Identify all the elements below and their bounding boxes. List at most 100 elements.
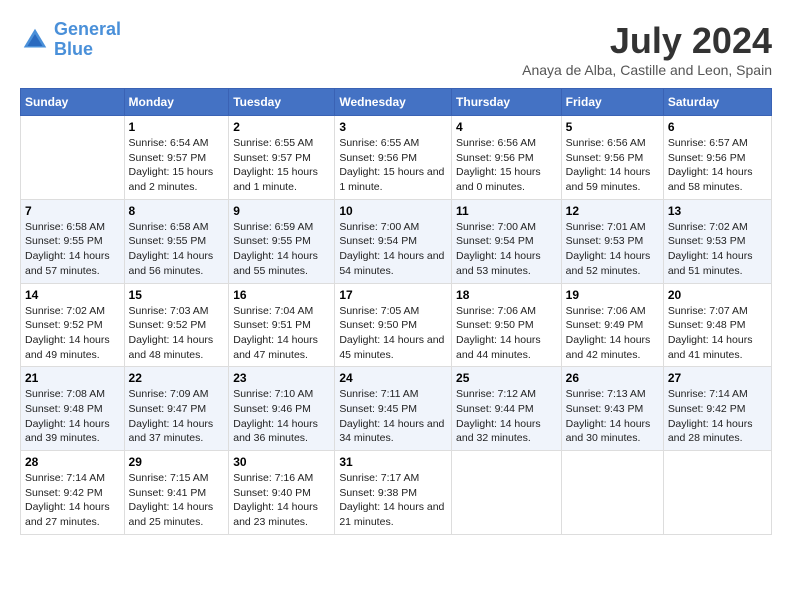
daylight-text: Daylight: 15 hours and 0 minutes.: [456, 165, 557, 194]
sunset-text: Sunset: 9:41 PM: [129, 486, 225, 501]
daylight-text: Daylight: 14 hours and 39 minutes.: [25, 417, 120, 446]
sunrise-text: Sunrise: 7:08 AM: [25, 387, 120, 402]
sunrise-text: Sunrise: 7:00 AM: [456, 220, 557, 235]
weekday-header: Sunday: [21, 89, 125, 116]
sunset-text: Sunset: 9:53 PM: [566, 234, 659, 249]
calendar-cell: 13Sunrise: 7:02 AMSunset: 9:53 PMDayligh…: [663, 199, 771, 283]
day-info: Sunrise: 7:08 AMSunset: 9:48 PMDaylight:…: [25, 387, 120, 446]
sunrise-text: Sunrise: 6:55 AM: [233, 136, 330, 151]
day-info: Sunrise: 6:54 AMSunset: 9:57 PMDaylight:…: [129, 136, 225, 195]
daylight-text: Daylight: 14 hours and 41 minutes.: [668, 333, 767, 362]
sunrise-text: Sunrise: 6:55 AM: [339, 136, 447, 151]
day-info: Sunrise: 7:06 AMSunset: 9:49 PMDaylight:…: [566, 304, 659, 363]
calendar-cell: [561, 451, 663, 535]
sunrise-text: Sunrise: 7:10 AM: [233, 387, 330, 402]
day-info: Sunrise: 6:59 AMSunset: 9:55 PMDaylight:…: [233, 220, 330, 279]
daylight-text: Daylight: 14 hours and 28 minutes.: [668, 417, 767, 446]
weekday-header: Monday: [124, 89, 229, 116]
day-number: 5: [566, 120, 659, 134]
calendar-cell: 19Sunrise: 7:06 AMSunset: 9:49 PMDayligh…: [561, 283, 663, 367]
day-info: Sunrise: 7:00 AMSunset: 9:54 PMDaylight:…: [456, 220, 557, 279]
daylight-text: Daylight: 14 hours and 57 minutes.: [25, 249, 120, 278]
day-number: 4: [456, 120, 557, 134]
day-number: 30: [233, 455, 330, 469]
sunset-text: Sunset: 9:42 PM: [668, 402, 767, 417]
calendar-cell: 5Sunrise: 6:56 AMSunset: 9:56 PMDaylight…: [561, 116, 663, 200]
calendar-cell: 21Sunrise: 7:08 AMSunset: 9:48 PMDayligh…: [21, 367, 125, 451]
day-number: 25: [456, 371, 557, 385]
calendar-cell: 15 Sunrise: 7:03 AMSunset: 9:52 PMDayligh…: [124, 283, 229, 367]
sunrise-text: Sunrise: 7:02 AM: [668, 220, 767, 235]
day-info: Sunrise: 6:56 AMSunset: 9:56 PMDaylight:…: [456, 136, 557, 195]
daylight-text: Daylight: 14 hours and 48 minutes.: [129, 333, 225, 362]
daylight-text: Daylight: 14 hours and 52 minutes.: [566, 249, 659, 278]
sunrise-text: Sunrise: 7:00 AM: [339, 220, 447, 235]
sunset-text: Sunset: 9:57 PM: [233, 151, 330, 166]
sunrise-text: Sunrise: 7:16 AM: [233, 471, 330, 486]
day-number: 26: [566, 371, 659, 385]
daylight-text: Daylight: 14 hours and 55 minutes.: [233, 249, 330, 278]
calendar-cell: 20 Sunrise: 7:07 AMSunset: 9:48 PMDayligh…: [663, 283, 771, 367]
sunset-text: Sunset: 9:52 PM: [25, 318, 120, 333]
day-number: 2: [233, 120, 330, 134]
calendar-cell: 11 Sunrise: 7:00 AMSunset: 9:54 PMDayligh…: [452, 199, 562, 283]
daylight-text: Daylight: 14 hours and 58 minutes.: [668, 165, 767, 194]
day-number: 11: [456, 204, 557, 218]
day-number: 12: [566, 204, 659, 218]
sunset-text: Sunset: 9:51 PM: [233, 318, 330, 333]
day-number: 6: [668, 120, 767, 134]
sunrise-text: Sunrise: 7:05 AM: [339, 304, 447, 319]
sunset-text: Sunset: 9:56 PM: [566, 151, 659, 166]
page-header: General Blue July 2024 Anaya de Alba, Ca…: [20, 20, 772, 78]
daylight-text: Daylight: 14 hours and 27 minutes.: [25, 500, 120, 529]
calendar-cell: 27Sunrise: 7:14 AMSunset: 9:42 PMDayligh…: [663, 367, 771, 451]
sunset-text: Sunset: 9:50 PM: [339, 318, 447, 333]
day-number: 15: [129, 288, 225, 302]
calendar-cell: 6Sunrise: 6:57 AMSunset: 9:56 PMDaylight…: [663, 116, 771, 200]
daylight-text: Daylight: 14 hours and 51 minutes.: [668, 249, 767, 278]
day-info: Sunrise: 7:02 AMSunset: 9:52 PMDaylight:…: [25, 304, 120, 363]
sunset-text: Sunset: 9:56 PM: [339, 151, 447, 166]
sunset-text: Sunset: 9:48 PM: [25, 402, 120, 417]
weekday-header: Thursday: [452, 89, 562, 116]
sunset-text: Sunset: 9:54 PM: [456, 234, 557, 249]
calendar-cell: 4 Sunrise: 6:56 AMSunset: 9:56 PMDaylight…: [452, 116, 562, 200]
calendar-cell: [663, 451, 771, 535]
weekday-header: Wednesday: [335, 89, 452, 116]
day-info: Sunrise: 7:02 AMSunset: 9:53 PMDaylight:…: [668, 220, 767, 279]
day-number: 20: [668, 288, 767, 302]
sunrise-text: Sunrise: 6:58 AM: [25, 220, 120, 235]
day-info: Sunrise: 7:12 AMSunset: 9:44 PMDaylight:…: [456, 387, 557, 446]
sunset-text: Sunset: 9:56 PM: [668, 151, 767, 166]
sunset-text: Sunset: 9:50 PM: [456, 318, 557, 333]
day-info: Sunrise: 7:03 AMSunset: 9:52 PMDaylight:…: [129, 304, 225, 363]
sunrise-text: Sunrise: 7:01 AM: [566, 220, 659, 235]
calendar-cell: [452, 451, 562, 535]
calendar-cell: [21, 116, 125, 200]
calendar-cell: 18Sunrise: 7:06 AMSunset: 9:50 PMDayligh…: [452, 283, 562, 367]
sunset-text: Sunset: 9:46 PM: [233, 402, 330, 417]
sunset-text: Sunset: 9:38 PM: [339, 486, 447, 501]
day-number: 27: [668, 371, 767, 385]
calendar-week-row: 28Sunrise: 7:14 AMSunset: 9:42 PMDayligh…: [21, 451, 772, 535]
calendar-cell: 1Sunrise: 6:54 AMSunset: 9:57 PMDaylight…: [124, 116, 229, 200]
day-info: Sunrise: 7:10 AMSunset: 9:46 PMDaylight:…: [233, 387, 330, 446]
daylight-text: Daylight: 14 hours and 53 minutes.: [456, 249, 557, 278]
calendar-cell: 16Sunrise: 7:04 AMSunset: 9:51 PMDayligh…: [229, 283, 335, 367]
day-number: 14: [25, 288, 120, 302]
calendar-cell: 8Sunrise: 6:58 AMSunset: 9:55 PMDaylight…: [124, 199, 229, 283]
daylight-text: Daylight: 14 hours and 34 minutes.: [339, 417, 447, 446]
day-info: Sunrise: 7:07 AMSunset: 9:48 PMDaylight:…: [668, 304, 767, 363]
sunrise-text: Sunrise: 7:12 AM: [456, 387, 557, 402]
weekday-header: Tuesday: [229, 89, 335, 116]
day-number: 7: [25, 204, 120, 218]
day-info: Sunrise: 7:06 AMSunset: 9:50 PMDaylight:…: [456, 304, 557, 363]
sunrise-text: Sunrise: 7:11 AM: [339, 387, 447, 402]
calendar-cell: 25 Sunrise: 7:12 AMSunset: 9:44 PMDayligh…: [452, 367, 562, 451]
sunrise-text: Sunrise: 7:15 AM: [129, 471, 225, 486]
sunrise-text: Sunrise: 7:03 AM: [129, 304, 225, 319]
day-number: 3: [339, 120, 447, 134]
calendar-cell: 12 Sunrise: 7:01 AMSunset: 9:53 PMDayligh…: [561, 199, 663, 283]
daylight-text: Daylight: 15 hours and 2 minutes.: [129, 165, 225, 194]
calendar-cell: 14 Sunrise: 7:02 AMSunset: 9:52 PMDayligh…: [21, 283, 125, 367]
